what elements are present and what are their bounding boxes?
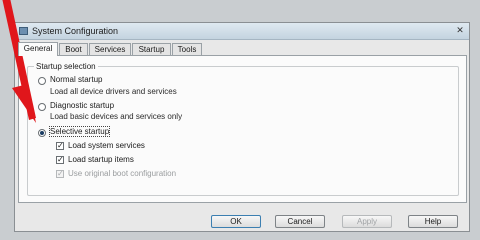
load-startup-items-label[interactable]: Load startup items [68, 155, 134, 164]
general-tab-panel: Startup selection Normal startup Load al… [18, 55, 467, 203]
diagnostic-startup-description: Load basic devices and services only [50, 112, 183, 121]
help-button[interactable]: Help [408, 215, 458, 228]
tab-startup[interactable]: Startup [132, 43, 171, 55]
normal-startup-radio[interactable] [38, 77, 46, 85]
normal-startup-description: Load all device drivers and services [50, 87, 177, 96]
title-bar[interactable]: System Configuration ✕ [15, 23, 469, 40]
ok-button[interactable]: OK [211, 215, 261, 228]
tab-general[interactable]: General [18, 42, 58, 56]
selective-startup-radio[interactable] [38, 129, 46, 137]
group-legend: Startup selection [34, 62, 98, 71]
load-system-services-checkbox[interactable]: ✓ [56, 142, 64, 150]
diagnostic-startup-radio[interactable] [38, 103, 46, 111]
cancel-button[interactable]: Cancel [275, 215, 325, 228]
system-configuration-window: System Configuration ✕ General Boot Serv… [14, 22, 470, 232]
use-original-boot-config-checkbox: ✓ [56, 169, 64, 178]
tab-tools[interactable]: Tools [172, 43, 202, 55]
use-original-boot-config-label: Use original boot configuration [68, 169, 177, 178]
tab-services[interactable]: Services [89, 43, 131, 55]
normal-startup-label[interactable]: Normal startup [50, 75, 102, 84]
startup-selection-group: Startup selection Normal startup Load al… [27, 62, 459, 196]
diagnostic-startup-label[interactable]: Diagnostic startup [50, 101, 114, 110]
selective-startup-label[interactable]: Selective startup [48, 126, 111, 137]
tab-boot[interactable]: Boot [59, 43, 88, 55]
close-icon[interactable]: ✕ [454, 25, 466, 36]
window-title: System Configuration [32, 26, 119, 36]
system-config-icon [19, 27, 28, 35]
apply-button: Apply [342, 215, 392, 228]
load-startup-items-checkbox[interactable]: ✓ [56, 156, 64, 164]
load-system-services-label[interactable]: Load system services [68, 141, 145, 150]
